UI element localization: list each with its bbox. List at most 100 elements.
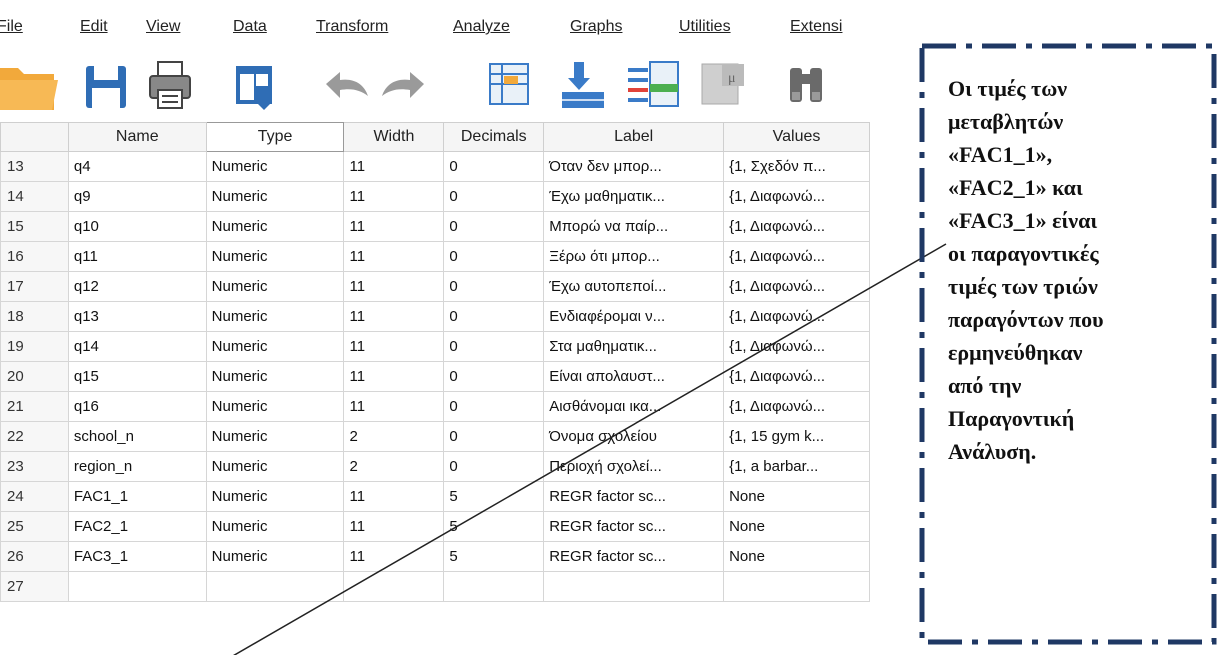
cell-type[interactable]: Numeric — [205, 541, 345, 572]
cell-name[interactable]: q12 — [67, 271, 207, 302]
table-row[interactable]: 26 FAC3_1 Numeric 11 5 REGR factor sc... None — [0, 541, 870, 572]
cell-label[interactable]: Ξέρω ότι μπορ... — [543, 241, 725, 272]
cell-width[interactable]: 11 — [343, 271, 445, 302]
row-number[interactable]: 26 — [0, 541, 69, 572]
run-descriptives-icon[interactable]: μ — [698, 52, 750, 120]
open-folder-icon[interactable] — [0, 52, 62, 120]
cell-values[interactable]: None — [723, 481, 870, 512]
row-number[interactable]: 20 — [0, 361, 69, 392]
cell-width[interactable]: 11 — [343, 151, 445, 182]
row-number[interactable]: 13 — [0, 151, 69, 182]
cell-width[interactable]: 11 — [343, 541, 445, 572]
cell-type[interactable]: Numeric — [205, 301, 345, 332]
cell-label[interactable]: Ενδιαφέρομαι ν... — [543, 301, 725, 332]
table-row[interactable]: 16 q11 Numeric 11 0 Ξέρω ότι μπορ... {1, Διαφω… — [0, 241, 870, 272]
cell-label[interactable]: Όταν δεν μπορ... — [543, 151, 725, 182]
redo-icon[interactable] — [378, 52, 428, 120]
cell-type[interactable]: Numeric — [205, 271, 345, 302]
cell-width[interactable]: 11 — [343, 331, 445, 362]
cell-type[interactable]: Numeric — [205, 451, 345, 482]
dialog-recall-icon[interactable] — [228, 52, 280, 120]
table-row[interactable]: 13 q4 Numeric 11 0 Όταν δεν μπορ... {1, Σχεδόν… — [0, 151, 870, 182]
cell-name[interactable]: q16 — [67, 391, 207, 422]
save-icon[interactable] — [80, 52, 130, 120]
cell-type[interactable]: Numeric — [205, 181, 345, 212]
cell-values[interactable] — [723, 571, 870, 602]
cell-type[interactable]: Numeric — [205, 211, 345, 242]
cell-type[interactable]: Numeric — [205, 331, 345, 362]
cell-name[interactable]: region_n — [67, 451, 207, 482]
cell-decimals[interactable]: 0 — [443, 181, 545, 212]
cell-values[interactable]: {1, Διαφωνώ... — [723, 361, 870, 392]
row-number[interactable]: 16 — [0, 241, 69, 272]
cell-label[interactable]: Έχω μαθηματικ... — [543, 181, 725, 212]
cell-decimals[interactable]: 0 — [443, 331, 545, 362]
cell-label[interactable] — [543, 571, 725, 602]
row-number[interactable]: 17 — [0, 271, 69, 302]
table-row[interactable]: 24 FAC1_1 Numeric 11 5 REGR factor sc... None — [0, 481, 870, 512]
cell-width[interactable]: 11 — [343, 481, 445, 512]
cell-width[interactable]: 2 — [343, 421, 445, 452]
cell-decimals[interactable]: 0 — [443, 301, 545, 332]
cell-name[interactable]: q11 — [67, 241, 207, 272]
menu-file[interactable]: File — [0, 18, 23, 36]
undo-icon[interactable] — [322, 52, 372, 120]
row-number[interactable]: 27 — [0, 571, 69, 602]
row-number[interactable]: 18 — [0, 301, 69, 332]
cell-values[interactable]: {1, Σχεδόν π... — [723, 151, 870, 182]
cell-values[interactable]: {1, Διαφωνώ... — [723, 181, 870, 212]
cell-values[interactable]: {1, Διαφωνώ... — [723, 391, 870, 422]
cell-label[interactable]: REGR factor sc... — [543, 481, 725, 512]
row-number[interactable]: 24 — [0, 481, 69, 512]
cell-values[interactable]: {1, Διαφωνώ... — [723, 271, 870, 302]
table-row[interactable]: 20 q15 Numeric 11 0 Είναι απολαυστ... {1, Διαφ… — [0, 361, 870, 392]
cell-name[interactable]: q15 — [67, 361, 207, 392]
cell-type[interactable]: Numeric — [205, 421, 345, 452]
cell-decimals[interactable]: 0 — [443, 241, 545, 272]
menu-extensions[interactable]: Extensi — [790, 18, 842, 36]
cell-values[interactable]: {1, 15 gym k... — [723, 421, 870, 452]
cell-name[interactable]: q13 — [67, 301, 207, 332]
cell-label[interactable]: REGR factor sc... — [543, 511, 725, 542]
cell-width[interactable]: 11 — [343, 181, 445, 212]
menu-edit[interactable]: Edit — [80, 18, 108, 36]
column-header-name[interactable]: Name — [67, 122, 207, 152]
column-header-label[interactable]: Label — [543, 122, 725, 152]
cell-decimals[interactable] — [443, 571, 545, 602]
cell-decimals[interactable]: 0 — [443, 211, 545, 242]
row-number[interactable]: 23 — [0, 451, 69, 482]
cell-type[interactable]: Numeric — [205, 511, 345, 542]
row-number[interactable]: 19 — [0, 331, 69, 362]
table-row[interactable]: 27 — [0, 571, 870, 602]
cell-decimals[interactable]: 0 — [443, 421, 545, 452]
column-header-values[interactable]: Values — [723, 122, 870, 152]
row-number[interactable]: 21 — [0, 391, 69, 422]
cell-name[interactable]: FAC1_1 — [67, 481, 207, 512]
row-number[interactable]: 15 — [0, 211, 69, 242]
menu-transform[interactable]: Transform — [316, 18, 388, 36]
find-icon[interactable] — [782, 52, 832, 120]
table-row[interactable]: 18 q13 Numeric 11 0 Ενδιαφέρομαι ν... {1, Διαφ… — [0, 301, 870, 332]
variables-icon[interactable] — [626, 52, 682, 120]
cell-values[interactable]: {1, Διαφωνώ... — [723, 301, 870, 332]
cell-name[interactable]: FAC3_1 — [67, 541, 207, 572]
cell-label[interactable]: REGR factor sc... — [543, 541, 725, 572]
cell-type[interactable]: Numeric — [205, 481, 345, 512]
cell-label[interactable]: Αισθάνομαι ικα... — [543, 391, 725, 422]
cell-name[interactable]: FAC2_1 — [67, 511, 207, 542]
cell-decimals[interactable]: 5 — [443, 511, 545, 542]
cell-width[interactable]: 11 — [343, 391, 445, 422]
cell-name[interactable]: school_n — [67, 421, 207, 452]
column-header-decimals[interactable]: Decimals — [443, 122, 545, 152]
cell-width[interactable]: 11 — [343, 241, 445, 272]
table-row[interactable]: 17 q12 Numeric 11 0 Έχω αυτοπεποί... {1, Διαφω… — [0, 271, 870, 302]
table-row[interactable]: 23 region_n Numeric 2 0 Περιοχή σχολεί... {1, … — [0, 451, 870, 482]
cell-values[interactable]: {1, a barbar... — [723, 451, 870, 482]
cell-type[interactable]: Numeric — [205, 361, 345, 392]
table-row[interactable]: 14 q9 Numeric 11 0 Έχω μαθηματικ... {1, Διαφων… — [0, 181, 870, 212]
table-row[interactable]: 15 q10 Numeric 11 0 Μπορώ να παίρ... {1, Διαφω… — [0, 211, 870, 242]
row-number[interactable]: 25 — [0, 511, 69, 542]
cell-decimals[interactable]: 0 — [443, 391, 545, 422]
cell-label[interactable]: Στα μαθηματικ... — [543, 331, 725, 362]
cell-name[interactable]: q9 — [67, 181, 207, 212]
